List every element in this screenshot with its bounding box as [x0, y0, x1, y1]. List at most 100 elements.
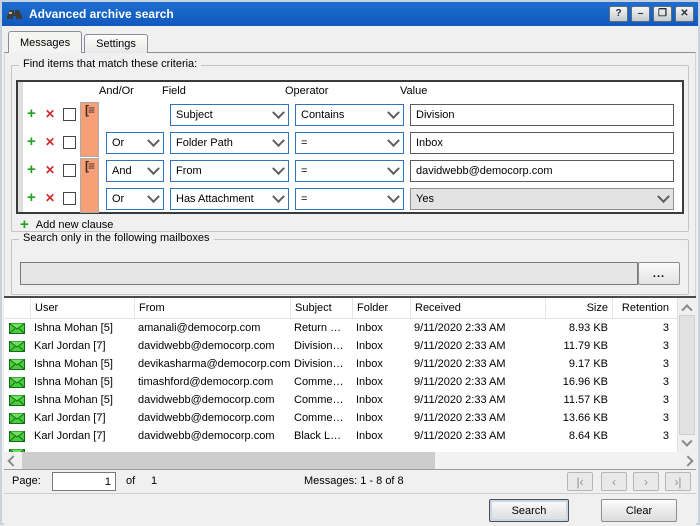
tab-strip: Messages Settings: [4, 31, 148, 53]
table-row[interactable]: Ishna Mohan [5] davidwebb@democorp.com C…: [4, 391, 678, 409]
messages-count-label: Messages: 1 - 8 of 8: [304, 475, 404, 487]
field-select[interactable]: Subject: [170, 104, 289, 126]
clause-checkbox[interactable]: [63, 136, 76, 149]
first-page-button[interactable]: |‹: [567, 472, 593, 491]
clause-checkbox[interactable]: [63, 164, 76, 177]
andor-select[interactable]: Or: [106, 188, 164, 210]
chevron-down-icon: [387, 134, 400, 147]
last-page-button[interactable]: ›|: [665, 472, 691, 491]
chevron-down-icon: [272, 134, 285, 147]
add-new-clause-label: Add new clause: [36, 219, 114, 231]
message-icon-column-header[interactable]: [4, 298, 30, 318]
previous-page-button[interactable]: ‹: [601, 472, 627, 491]
chevron-down-icon: [147, 190, 160, 203]
criteria-row: + ✕ Subject Contains Division: [18, 101, 682, 129]
field-select[interactable]: Folder Path: [170, 132, 289, 154]
button-bar: Search Clear: [4, 493, 696, 526]
page-number-input[interactable]: [52, 472, 116, 491]
results-header: User From Subject Folder Received Size R…: [4, 298, 678, 319]
advanced-archive-search-dialog: Advanced archive search ? – ❐ ✕ Messages…: [0, 0, 700, 525]
scroll-left-button[interactable]: [4, 452, 21, 469]
column-size[interactable]: Size: [545, 298, 612, 318]
column-user[interactable]: User: [30, 298, 134, 318]
operator-select[interactable]: =: [295, 188, 404, 210]
envelope-icon: [9, 395, 25, 406]
header-field: Field: [162, 85, 186, 97]
maximize-button[interactable]: ❐: [653, 6, 672, 22]
field-select[interactable]: Has Attachment: [170, 188, 289, 210]
table-row[interactable]: [4, 445, 678, 452]
delete-clause-icon[interactable]: ✕: [45, 164, 55, 177]
tab-settings[interactable]: Settings: [84, 34, 148, 53]
scroll-right-button[interactable]: [679, 452, 696, 469]
operator-select[interactable]: =: [295, 132, 404, 154]
header-operator: Operator: [285, 85, 328, 97]
browse-mailboxes-button[interactable]: ...: [638, 262, 680, 285]
envelope-icon: [9, 431, 25, 442]
criteria-row: + ✕ Or Has Attachment = Yes: [18, 185, 682, 213]
help-button[interactable]: ?: [609, 6, 628, 22]
envelope-icon: [9, 377, 25, 388]
search-button[interactable]: Search: [489, 499, 569, 522]
table-row[interactable]: Karl Jordan [7] davidwebb@democorp.com B…: [4, 427, 678, 445]
envelope-icon: [9, 359, 25, 370]
chevron-up-icon: [681, 304, 692, 315]
value-input[interactable]: Division: [410, 104, 674, 126]
clear-button[interactable]: Clear: [601, 499, 677, 522]
delete-clause-icon[interactable]: ✕: [45, 192, 55, 205]
column-retention[interactable]: Retention: [612, 298, 673, 318]
column-received[interactable]: Received: [410, 298, 545, 318]
next-page-button[interactable]: ›: [633, 472, 659, 491]
plus-icon: +: [20, 218, 29, 232]
of-label: of: [126, 475, 135, 487]
minimize-button[interactable]: –: [631, 6, 650, 22]
vertical-scroll-thumb[interactable]: [679, 315, 695, 435]
add-clause-icon[interactable]: +: [27, 162, 36, 178]
column-from[interactable]: From: [134, 298, 290, 318]
value-input[interactable]: Inbox: [410, 132, 674, 154]
field-select[interactable]: From: [170, 160, 289, 182]
andor-select[interactable]: And: [106, 160, 164, 182]
page-label: Page:: [12, 475, 41, 487]
window-title: Advanced archive search: [29, 7, 174, 21]
value-input[interactable]: davidwebb@democorp.com: [410, 160, 674, 182]
add-clause-icon[interactable]: +: [27, 134, 36, 150]
horizontal-scroll-thumb[interactable]: [22, 452, 435, 469]
messages-tab-page: Find items that match these criteria: An…: [4, 52, 696, 296]
vertical-scrollbar[interactable]: [677, 298, 696, 452]
criteria-row: + ✕ Or Folder Path = Inbox: [18, 129, 682, 157]
operator-select[interactable]: =: [295, 160, 404, 182]
close-button[interactable]: ✕: [675, 6, 694, 22]
andor-select[interactable]: Or: [106, 132, 164, 154]
table-row[interactable]: Ishna Mohan [5] timashford@democorp.com …: [4, 373, 678, 391]
chevron-right-icon: [682, 455, 693, 466]
window-controls: ? – ❐ ✕: [609, 6, 694, 22]
clause-checkbox[interactable]: [63, 108, 76, 121]
table-row[interactable]: Ishna Mohan [5] devikasharma@democorp.co…: [4, 355, 678, 373]
table-row[interactable]: Karl Jordan [7] davidwebb@democorp.com D…: [4, 337, 678, 355]
mailboxes-input[interactable]: [20, 262, 638, 285]
value-select[interactable]: Yes: [410, 188, 674, 210]
status-bar: Page: of 1 Messages: 1 - 8 of 8 |‹ ‹ › ›…: [4, 469, 696, 494]
add-clause-icon[interactable]: +: [27, 106, 36, 122]
results-body: Ishna Mohan [5] amanali@democorp.com Ret…: [4, 319, 678, 452]
delete-clause-icon[interactable]: ✕: [45, 136, 55, 149]
tab-messages[interactable]: Messages: [8, 31, 82, 53]
scroll-down-button[interactable]: [678, 435, 696, 452]
scroll-up-button[interactable]: [678, 298, 696, 315]
add-clause-icon[interactable]: +: [27, 190, 36, 206]
operator-select[interactable]: Contains: [295, 104, 404, 126]
column-subject[interactable]: Subject: [290, 298, 352, 318]
chevron-down-icon: [387, 162, 400, 175]
delete-clause-icon[interactable]: ✕: [45, 108, 55, 121]
horizontal-scrollbar[interactable]: [4, 452, 696, 469]
chevron-left-icon: [7, 455, 18, 466]
clause-checkbox[interactable]: [63, 192, 76, 205]
criteria-row: + ✕ And From = davidwebb@democorp.com: [18, 157, 682, 185]
column-folder[interactable]: Folder: [352, 298, 410, 318]
results-table: User From Subject Folder Received Size R…: [4, 296, 696, 452]
add-new-clause-link[interactable]: + Add new clause: [20, 218, 113, 232]
table-row[interactable]: Karl Jordan [7] davidwebb@democorp.com C…: [4, 409, 678, 427]
table-row[interactable]: Ishna Mohan [5] amanali@democorp.com Ret…: [4, 319, 678, 337]
chevron-down-icon: [147, 162, 160, 175]
